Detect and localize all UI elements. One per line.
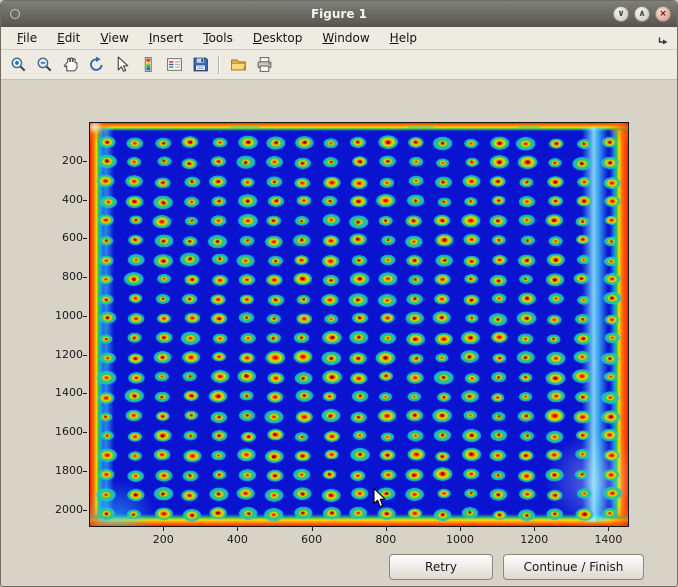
- pan-icon: [62, 56, 79, 73]
- unshade-icon: ∧: [638, 10, 645, 19]
- y-tick-mark: [83, 161, 87, 162]
- pan-button[interactable]: [58, 53, 82, 77]
- menu-edit[interactable]: Edit: [47, 29, 90, 47]
- x-tick-mark: [386, 527, 387, 531]
- zoom-out-button[interactable]: [32, 53, 56, 77]
- retry-button[interactable]: Retry: [389, 554, 493, 580]
- menu-desktop[interactable]: Desktop: [243, 29, 313, 47]
- menu-insert[interactable]: Insert: [139, 29, 193, 47]
- data-cursor-button[interactable]: [110, 53, 134, 77]
- y-tick-label: 1000: [37, 309, 83, 322]
- y-tick-label: 1200: [37, 348, 83, 361]
- app-icon: [10, 9, 20, 19]
- x-tick-mark: [534, 527, 535, 531]
- y-tick-mark: [83, 316, 87, 317]
- x-tick-mark: [163, 527, 164, 531]
- y-tick-label: 200: [37, 154, 83, 167]
- insert-colorbar-icon: [140, 56, 157, 73]
- print-button[interactable]: [252, 53, 276, 77]
- x-tick-label: 200: [140, 533, 186, 546]
- rotate-3d-button[interactable]: [84, 53, 108, 77]
- plot-canvas[interactable]: [90, 123, 628, 526]
- window-title: Figure 1: [311, 7, 367, 21]
- y-tick-mark: [83, 510, 87, 511]
- unshade-button[interactable]: ∧: [634, 6, 650, 22]
- x-tick-label: 600: [289, 533, 335, 546]
- shade-icon: ∨: [617, 10, 624, 19]
- save-button[interactable]: [188, 53, 212, 77]
- data-cursor-icon: [114, 56, 131, 73]
- y-tick-label: 2000: [37, 503, 83, 516]
- x-tick-label: 800: [363, 533, 409, 546]
- save-icon: [192, 56, 209, 73]
- y-tick-label: 600: [37, 231, 83, 244]
- y-tick-label: 400: [37, 193, 83, 206]
- print-icon: [256, 56, 273, 73]
- menu-file[interactable]: File: [7, 29, 47, 47]
- close-button[interactable]: ×: [655, 6, 671, 22]
- menu-tools[interactable]: Tools: [193, 29, 243, 47]
- zoom-in-button[interactable]: [6, 53, 30, 77]
- x-tick-mark: [460, 527, 461, 531]
- zoom-in-icon: [10, 56, 27, 73]
- y-tick-label: 1400: [37, 386, 83, 399]
- continue-finish-button[interactable]: Continue / Finish: [503, 554, 644, 580]
- toolbar-separator: [218, 56, 220, 74]
- toolbar: [1, 50, 677, 80]
- open-file-icon: [230, 56, 247, 73]
- x-tick-label: 1200: [511, 533, 557, 546]
- y-tick-mark: [83, 355, 87, 356]
- menu-window[interactable]: Window: [312, 29, 379, 47]
- y-tick-label: 1800: [37, 464, 83, 477]
- x-tick-mark: [312, 527, 313, 531]
- y-tick-mark: [83, 432, 87, 433]
- menu-view[interactable]: View: [90, 29, 138, 47]
- close-icon: ×: [659, 10, 667, 19]
- y-tick-mark: [83, 238, 87, 239]
- y-tick-label: 800: [37, 270, 83, 283]
- y-tick-mark: [83, 393, 87, 394]
- menubar: FileEditViewInsertToolsDesktopWindowHelp: [1, 27, 677, 50]
- insert-legend-button[interactable]: [162, 53, 186, 77]
- x-tick-mark: [608, 527, 609, 531]
- insert-legend-icon: [166, 56, 183, 73]
- y-tick-mark: [83, 277, 87, 278]
- figure-window: Figure 1 ∨ ∧ × FileEditViewInsertToolsDesk…: [0, 0, 678, 587]
- zoom-out-icon: [36, 56, 53, 73]
- x-tick-label: 400: [214, 533, 260, 546]
- x-tick-label: 1000: [437, 533, 483, 546]
- x-tick-mark: [237, 527, 238, 531]
- y-tick-mark: [83, 200, 87, 201]
- y-tick-mark: [83, 471, 87, 472]
- plot-axes[interactable]: [89, 122, 629, 527]
- insert-colorbar-button[interactable]: [136, 53, 160, 77]
- menu-overflow-icon[interactable]: [658, 32, 669, 43]
- titlebar[interactable]: Figure 1 ∨ ∧ ×: [1, 1, 677, 27]
- menubar-items: FileEditViewInsertToolsDesktopWindowHelp: [7, 29, 427, 47]
- rotate-3d-icon: [88, 56, 105, 73]
- menu-help[interactable]: Help: [380, 29, 427, 47]
- open-file-button[interactable]: [226, 53, 250, 77]
- y-tick-label: 1600: [37, 425, 83, 438]
- x-tick-label: 1400: [585, 533, 631, 546]
- shade-button[interactable]: ∨: [613, 6, 629, 22]
